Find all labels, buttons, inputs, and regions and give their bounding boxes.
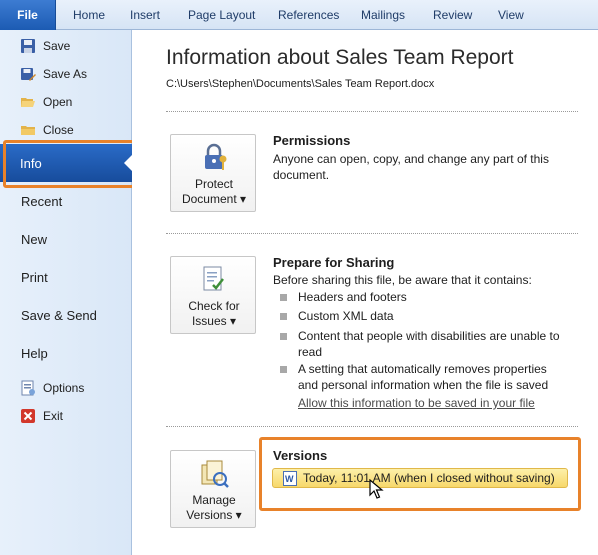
sharing-item-headers: Headers and footers — [298, 290, 407, 304]
nav-save[interactable]: Save — [20, 35, 70, 57]
divider — [166, 111, 578, 112]
save-icon — [21, 39, 35, 53]
permissions-heading: Permissions — [273, 133, 351, 148]
divider — [166, 233, 578, 234]
tab-references[interactable]: References — [278, 0, 339, 30]
sharing-item-xml: Custom XML data — [298, 309, 394, 323]
protect-document-label-2: Document ▾ — [181, 192, 247, 206]
info-pane: Information about Sales Team Report C:\U… — [132, 30, 598, 555]
nav-close-label: Close — [43, 123, 74, 137]
bullet — [280, 313, 287, 320]
check-for-issues-label-2: Issues ▾ — [191, 314, 237, 328]
manage-versions-label-2: Versions ▾ — [186, 508, 242, 522]
bullet — [280, 294, 287, 301]
nav-options-label: Options — [43, 381, 85, 395]
nav-exit[interactable]: Exit — [20, 405, 63, 427]
manage-versions-button[interactable]: Manage Versions ▾ — [170, 450, 256, 528]
protect-document-label-1: Protect — [194, 177, 233, 191]
close-folder-icon — [21, 126, 35, 135]
check-for-issues-button[interactable]: Check for Issues ▾ — [170, 256, 256, 334]
nav-open[interactable]: Open — [20, 91, 72, 113]
inspect-document-icon — [203, 266, 224, 291]
manage-versions-label-1: Manage — [192, 493, 236, 507]
tab-page-layout[interactable]: Page Layout — [188, 0, 255, 30]
protect-document-button[interactable]: Protect Document ▾ — [170, 134, 256, 212]
bullet — [280, 333, 287, 340]
tab-mailings[interactable]: Mailings — [361, 0, 405, 30]
backstage-nav: Save Save As Open Close Info Recent New … — [0, 30, 133, 555]
nav-save-as-label: Save As — [43, 67, 88, 81]
nav-save-send[interactable]: Save & Send — [21, 308, 97, 323]
tab-view[interactable]: View — [498, 0, 524, 30]
nav-save-as[interactable]: Save As — [20, 63, 87, 85]
allow-info-link[interactable]: Allow this information to be saved in yo… — [298, 396, 535, 410]
file-path: C:\Users\Stephen\Documents\Sales Team Re… — [166, 78, 435, 90]
check-for-issues-label-1: Check for — [188, 299, 240, 313]
exit-icon — [21, 409, 35, 423]
nav-open-label: Open — [43, 95, 73, 109]
nav-save-label: Save — [43, 39, 71, 53]
sharing-heading: Prepare for Sharing — [273, 255, 395, 270]
nav-print[interactable]: Print — [21, 270, 48, 285]
versions-icon — [201, 460, 229, 488]
info-highlight-box — [3, 140, 137, 188]
nav-recent[interactable]: Recent — [21, 194, 62, 209]
page-title: Information about Sales Team Report — [166, 46, 514, 69]
options-icon — [21, 380, 35, 396]
tab-insert[interactable]: Insert — [130, 0, 160, 30]
nav-exit-label: Exit — [43, 409, 64, 423]
save-as-icon — [21, 68, 36, 81]
nav-close[interactable]: Close — [20, 119, 74, 141]
sharing-item-accessibility: Content that people with disabilities ar… — [298, 329, 560, 359]
versions-highlight-box — [259, 437, 581, 511]
tab-home[interactable]: Home — [73, 0, 105, 30]
tab-review[interactable]: Review — [433, 0, 472, 30]
sharing-intro: Before sharing this file, be aware that … — [273, 273, 532, 287]
open-folder-icon — [21, 98, 35, 107]
file-tab[interactable]: File — [0, 0, 56, 30]
permissions-text: Anyone can open, copy, and change any pa… — [273, 152, 549, 182]
nav-help[interactable]: Help — [21, 346, 48, 361]
bullet — [280, 366, 287, 373]
nav-options[interactable]: Options — [20, 377, 84, 399]
sharing-item-settings: A setting that automatically removes pro… — [298, 362, 549, 392]
divider — [166, 426, 578, 427]
nav-new[interactable]: New — [21, 232, 47, 247]
ribbon-tab-bar: File Home Insert Page Layout References … — [0, 0, 598, 30]
lock-key-icon — [205, 143, 227, 170]
